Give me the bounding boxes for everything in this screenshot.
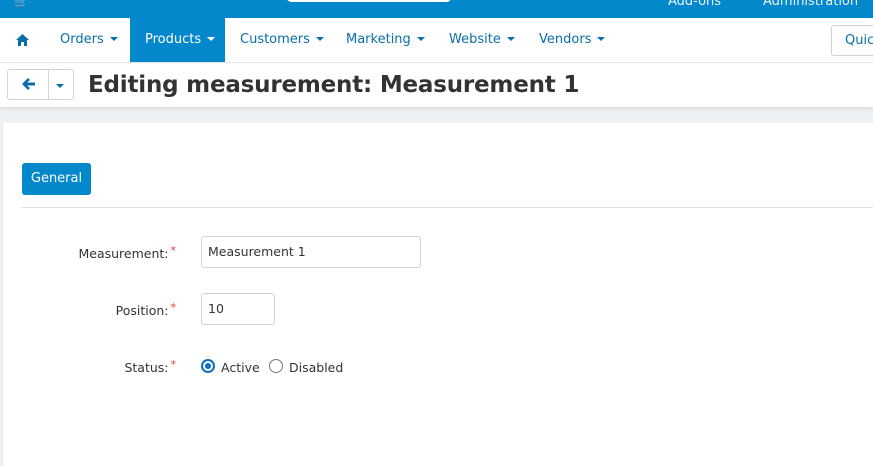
tab-divider <box>21 207 873 208</box>
chevron-down-icon <box>207 36 216 41</box>
back-button[interactable] <box>8 70 49 99</box>
home-icon[interactable] <box>16 34 29 46</box>
main-content: General Measurement: * Measurement 1 Posi… <box>2 123 873 466</box>
menu-item-products[interactable]: Products <box>130 18 225 62</box>
position-label-text: Position: <box>115 303 169 318</box>
search-input[interactable] <box>286 0 452 2</box>
position-input[interactable]: 10 <box>201 293 275 325</box>
menu-item-orders[interactable]: Orders <box>46 18 132 62</box>
back-dropdown-toggle[interactable] <box>49 70 73 99</box>
arrow-left-icon <box>22 78 35 90</box>
main-menu: Orders Products Customers Marketing Webs… <box>0 18 873 63</box>
back-button-group <box>7 69 74 100</box>
menu-item-customers[interactable]: Customers <box>226 18 338 62</box>
page-header: Editing measurement: Measurement 1 <box>0 63 873 107</box>
status-radio-active[interactable] <box>201 359 215 373</box>
quick-menu-button[interactable]: Quick <box>831 25 873 56</box>
status-option-disabled-label[interactable]: Disabled <box>289 360 343 375</box>
status-option-active-label[interactable]: Active <box>221 360 260 375</box>
top-bar: 🛒 Add-ons Administration <box>0 0 873 18</box>
position-label: Position: * <box>6 301 177 318</box>
menu-item-marketing[interactable]: Marketing <box>332 18 439 62</box>
measurement-label: Measurement: * <box>6 244 177 261</box>
chevron-down-icon <box>416 36 425 41</box>
page-title: Editing measurement: Measurement 1 <box>88 72 580 98</box>
menu-item-vendors[interactable]: Vendors <box>525 18 619 62</box>
cart-icon[interactable]: 🛒 <box>14 0 29 8</box>
required-marker: * <box>170 301 177 314</box>
required-marker: * <box>170 358 177 371</box>
status-label: Status: * <box>6 358 177 375</box>
menu-item-label: Orders <box>60 32 104 47</box>
menu-item-label: Marketing <box>346 32 411 47</box>
measurement-input[interactable]: Measurement 1 <box>201 236 421 268</box>
menu-item-website[interactable]: Website <box>435 18 529 62</box>
top-link-addons[interactable]: Add-ons <box>668 0 721 9</box>
chevron-down-icon <box>315 36 324 41</box>
chevron-down-icon <box>597 36 606 41</box>
top-link-administration[interactable]: Administration <box>763 0 858 9</box>
menu-item-label: Website <box>449 32 501 47</box>
chevron-down-icon <box>56 84 64 88</box>
status-radio-disabled[interactable] <box>269 359 283 373</box>
chevron-down-icon <box>109 36 118 41</box>
measurement-label-text: Measurement: <box>78 246 169 261</box>
menu-item-label: Customers <box>240 32 310 47</box>
status-label-text: Status: <box>124 360 169 375</box>
chevron-down-icon <box>506 36 515 41</box>
menu-item-label: Vendors <box>539 32 592 47</box>
tab-general[interactable]: General <box>22 163 91 195</box>
menu-item-label: Products <box>145 32 202 47</box>
required-marker: * <box>170 244 177 257</box>
